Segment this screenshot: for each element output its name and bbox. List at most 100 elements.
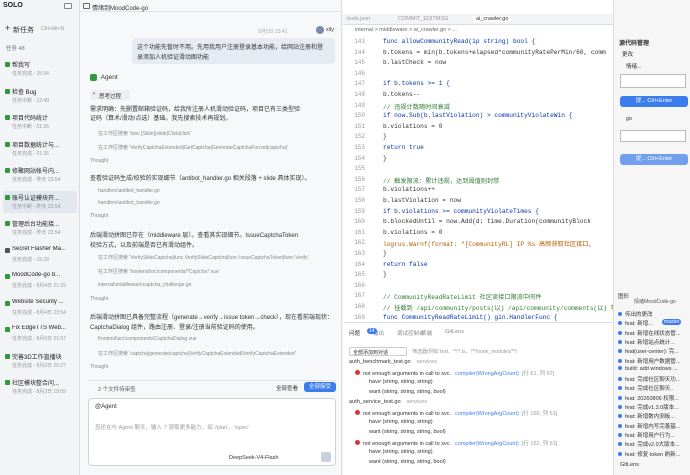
agent-output-line[interactable]: frontend\src\components\CaptchaDialog.vu… [98, 336, 346, 342]
code-line[interactable]: b.lastCheck = now [383, 59, 613, 66]
code-line[interactable]: b.violations++ [383, 186, 613, 193]
send-button[interactable] [321, 452, 331, 462]
sidebar-toggle-icon[interactable] [64, 3, 72, 9]
code-line[interactable]: b.tokens = min(b.tokens+elapsed*communit… [383, 49, 613, 56]
commit-button[interactable]: 提... Ctrl+Enter [620, 96, 688, 107]
task-item[interactable]: 检查 Bug 任务中断 - 12:49 [3, 85, 77, 107]
problem-item[interactable]: not enough arguments in call to svc. comp… [355, 409, 557, 417]
line-number: 157 [354, 186, 365, 194]
task-item[interactable]: 完善3D工作直播块 任务完成 - 8月3日 20:27 [3, 350, 77, 372]
agent-output-line[interactable]: 在工作区搜索 'func [Slide]|slide|Click|click' [98, 130, 346, 137]
commit-item[interactable]: feat: 修复 token 刷新... [618, 450, 690, 458]
task-item[interactable]: Website Security ... 任务完成 - 8月4日 23:54 [3, 297, 77, 319]
line-number: 146 [354, 69, 365, 77]
agent-output-line[interactable]: 在工作区搜索 'frontend/src/components/*Captcha… [98, 268, 346, 275]
code-line[interactable]: // 违规计数随时间衰减 [383, 102, 613, 111]
agent-output-line[interactable]: 在工作区搜索 'VerifySlideCaptcha|func VerifySl… [98, 254, 346, 261]
commit-item[interactable]: feat: 完成社区聊天.. [618, 384, 690, 392]
task-item[interactable]: 项目代码统计 任务中断 - 01:26 [3, 111, 77, 133]
task-item[interactable]: 社区模块整合问... 任务完成 - 8月3日 19:09 [3, 376, 77, 398]
code-line[interactable]: if b.violations >= communityViolateTimes… [383, 208, 613, 215]
commit-item[interactable]: feat: 完成v1.3.0版本... [618, 403, 690, 411]
code-line[interactable]: b.lastViolation = now [383, 197, 613, 204]
code-line[interactable]: if now.Sub(b.lastViolation) > communityV… [383, 112, 613, 119]
code-line[interactable]: func CommunityReadRateLimit() gin.Handle… [383, 314, 613, 321]
code-line[interactable]: func allowCommunityRead(ip string) bool … [383, 38, 613, 45]
agent-output-line[interactable]: handlers\antibot_handler.go [98, 200, 346, 206]
commit-item[interactable]: feat: 新增数内测板... [618, 412, 690, 420]
review-all-button[interactable]: 全部查看 [276, 384, 298, 392]
code-line[interactable]: b.violations = 0 [383, 123, 613, 130]
problem-item[interactable]: not enough arguments in call to svc. comp… [355, 439, 557, 447]
problem-item[interactable]: want (string, string, string, bool) [369, 429, 446, 435]
changes-section[interactable]: 更改 [622, 50, 633, 58]
task-item[interactable]: 账号认证模块开... 任务中断 - 昨天 23:54 [3, 190, 77, 213]
problem-filter-input[interactable]: 筛选器(例如 text、**/*.ts、!**/node_modules/**) [409, 347, 609, 356]
problem-item[interactable]: not enough arguments in call to svc. comp… [355, 369, 554, 377]
problem-item[interactable]: have (string, string, string) [369, 379, 433, 385]
code-line[interactable]: } [383, 133, 613, 140]
commit-item[interactable]: feat: 新增用户数据管... [618, 357, 690, 365]
code-line[interactable]: b.blockedUntil = now.Add(d: time.Duratio… [383, 218, 613, 225]
commit-item[interactable]: feat: 新增用户行为... [618, 431, 690, 439]
commit-item[interactable]: build: add windows ... [618, 365, 690, 372]
code-line[interactable]: } [383, 155, 613, 162]
problem-item[interactable]: have (string, string, string) [369, 449, 433, 455]
chat-input-placeholder: 您还在与 Agent 聊天，输入 '/' 获取更多能力，如 '/plan'、'/… [95, 425, 249, 431]
thinking-toggle[interactable]: › 思考过程 [90, 90, 130, 100]
commit-item[interactable]: feat(user-center): 完... [618, 347, 690, 355]
code-line[interactable]: return true [383, 144, 613, 151]
problem-item[interactable]: want (string, string, string, bool) [369, 459, 446, 465]
add-all-button[interactable]: 全部添加到对话 [349, 347, 407, 356]
commit-item[interactable]: feat: 新增站点统计... [618, 338, 690, 346]
task-item[interactable]: 帮我写 任务完成 - 15:34 [3, 58, 77, 80]
commit-item[interactable]: feat: 新增在线状态管... [618, 329, 690, 337]
code-line[interactable]: b.violations = 0 [383, 229, 613, 236]
commit-item[interactable]: feat: 新增内写完善基... [618, 422, 690, 430]
task-item[interactable]: Secret Flasher Ma... 任务完成 - 15:28 [3, 244, 77, 266]
problem-file[interactable]: auth_service_test.go services [349, 399, 427, 405]
code-line[interactable]: logrus.Warnf(format: "[CommunityRL] IP %… [383, 239, 613, 248]
task-item[interactable]: Fix EdgeTTS Web... 任务完成 - 8月3日 21:57 [3, 323, 77, 345]
chat-input-box[interactable]: @Agent 您还在与 Agent 聊天，输入 '/' 获取更多能力，如 '/p… [88, 398, 336, 466]
task-status-icon [5, 141, 10, 147]
tab-ai-crawler[interactable]: ai_crawler.go [473, 16, 512, 22]
accept-all-button[interactable]: 全部接受 [304, 382, 336, 392]
task-item[interactable]: 修聚网站帐号内... 任务完成 - 昨天 23:54 [3, 164, 77, 186]
commit-message-input[interactable] [620, 74, 686, 88]
agent-output-line[interactable]: internal\middleware\captcha_challenge.go [98, 282, 346, 288]
task-item[interactable]: 管理后台功能接... 任务完成 - 昨天 23:54 [3, 217, 77, 239]
gitlens-section[interactable]: GitLens [620, 462, 639, 468]
agent-output-line[interactable]: 在工作区搜索 'VerifyCaptchaExtended|GetCaptcha… [98, 144, 346, 151]
commit-item[interactable]: feat: 20260806 权限... [618, 394, 690, 402]
model-selector[interactable]: DeepSeek-V4-Flash [229, 455, 279, 461]
panel-tab[interactable]: 终端 [421, 329, 432, 337]
commit-item[interactable]: feat: 完成v2.0大版本... [618, 440, 690, 448]
task-item[interactable]: MoodCode-go 8... 任务完成 - 8月4日 21:29 [3, 270, 77, 292]
problem-item[interactable]: have (string, string, string) [369, 419, 433, 425]
commit-item[interactable]: 传出的更改 [618, 310, 690, 318]
problem-file[interactable]: auth_benchmark_test.go services [349, 359, 437, 365]
panel-tab[interactable]: GitLens [445, 329, 464, 335]
commit-button-2[interactable]: 提... Ctrl+Enter [620, 154, 688, 165]
graph-section[interactable]: 图形 [618, 292, 629, 300]
code-line[interactable]: b.tokens-- [383, 91, 613, 98]
code-line[interactable]: // 挂载到 /api/community/posts(以) /api/comm… [383, 303, 613, 312]
code-line[interactable]: } [383, 271, 613, 278]
task-item[interactable]: 项目数据统计与... 任务完成 - 01:26 [3, 138, 77, 160]
problem-item[interactable]: want (string, string, string, bool) [369, 389, 446, 395]
new-task-button[interactable]: + 新任务 Ctrl+Alt+N [3, 22, 77, 38]
tab-commit-editmsg[interactable]: COMMIT_EDITMSG [398, 16, 448, 22]
commit-message-input-2[interactable] [620, 130, 686, 142]
code-line[interactable]: // 触发限流：累计违规，达到阈值则封禁 [383, 176, 613, 185]
code-line[interactable]: return false [383, 261, 613, 268]
panel-tab[interactable]: 问题 [349, 329, 360, 337]
tab-tools-json[interactable]: tools.json [347, 16, 370, 22]
code-line[interactable]: if b.tokens >= 1 { [383, 80, 613, 87]
agent-output-line[interactable]: handlers\antibot_handler.go [98, 188, 346, 194]
code-line[interactable]: } [383, 250, 613, 257]
agent-output-line[interactable]: 在工作区搜索 'captcha|generate|captcha|VerifyC… [98, 350, 346, 357]
problems-panel: 问题 输出 调试控制台 终端 GitLens 14 全部添加到对话 筛选器(例如 text… [343, 322, 613, 475]
code-line[interactable]: // CommunityReadRateLimit 社区读接口限流中间件 [383, 292, 613, 301]
commit-item[interactable]: feat: 完成社区聊天功... [618, 375, 690, 383]
